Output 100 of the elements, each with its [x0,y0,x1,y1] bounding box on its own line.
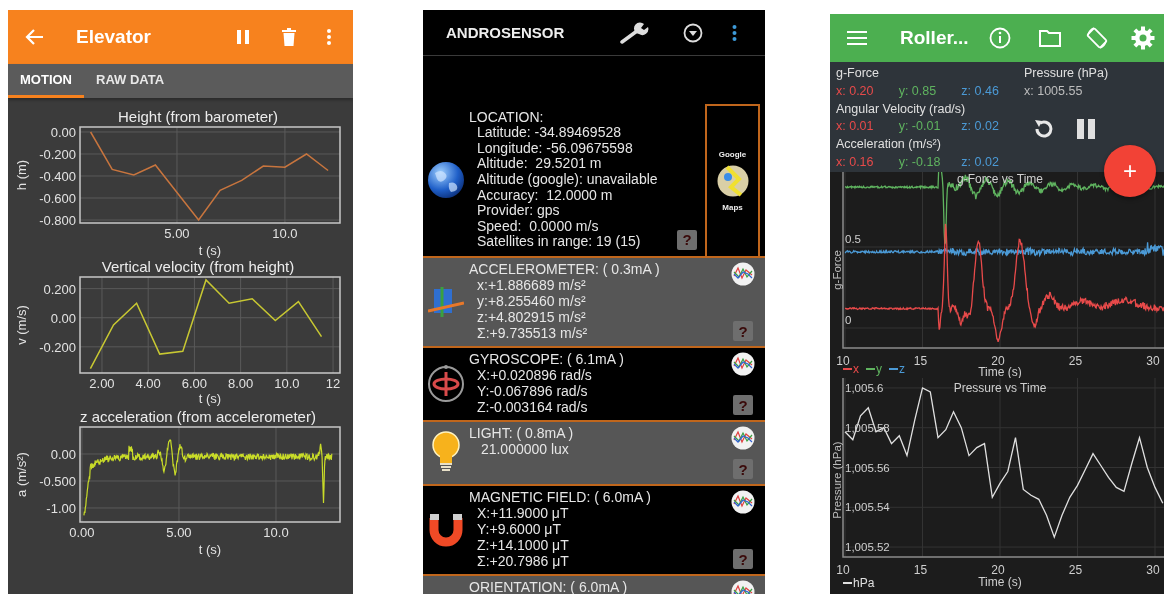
sensor-reading: X:+11.9000 μT [476,505,570,521]
help-button[interactable]: ? [733,549,753,569]
tick-label: 0.00 [50,447,76,462]
sensor-reading: y:+8.255460 m/s² [476,293,587,309]
maps-button[interactable]: Google Maps [705,104,760,256]
tick-label: -0.400 [39,169,76,184]
sensor-reading: X:+0.020896 rad/s [476,367,593,383]
graph-icon[interactable] [731,352,755,376]
tick-label: 25 [1068,563,1083,577]
axis-label: t (s) [198,391,222,406]
location-reading: Provider: gps [476,203,561,219]
tick-label: -1.00 [46,500,76,516]
readout-value: z: 0.46 [961,82,1000,100]
legend-label: y [876,362,882,376]
dropdown-icon[interactable] [683,22,703,43]
globe-icon [427,161,465,199]
tick-label: 0.00 [69,525,95,540]
sensor-reading: x:+1.886689 m/s² [476,277,587,293]
tick-label: 25 [1068,354,1083,368]
wrench-icon[interactable] [620,21,650,44]
light-bulb-icon [431,431,461,473]
readout-value: x: 0.20 [836,82,875,100]
tick-label: 10 [836,354,850,368]
tick-label: 20 [991,563,1005,577]
tick-label: 15 [913,563,928,577]
tick-label: 5.00 [164,226,190,241]
help-button[interactable]: ? [733,459,753,479]
help-button[interactable]: ? [733,395,753,415]
location-reading: Longitude: -56.09675598 [476,140,634,157]
sensor-title: LIGHT: ( 0.8mA ) [469,425,575,441]
app-title: ANDROSENSOR [446,24,566,41]
menu-icon[interactable] [847,30,867,46]
help-button[interactable]: ? [733,321,753,341]
tick-label: -0.200 [39,146,76,162]
tick-label: 0.00 [50,124,76,140]
axis-label: t (s) [198,243,222,258]
readout-value: x: 0.01 [836,118,875,136]
tick-label: 20 [991,354,1005,368]
sensor-reading: Z:+14.1000 μT [476,537,570,553]
readout-label: Pressure (hPa) [1024,65,1109,82]
tab[interactable]: MOTION [8,64,84,98]
readout-value: y: 0.85 [898,82,938,100]
axis-label: Pressure (hPa) [831,441,843,519]
graph-icon[interactable] [731,490,755,514]
folder-icon[interactable] [1039,29,1061,47]
readout-label: Angular Velocity (rad/s) [836,100,967,118]
tab[interactable]: RAW DATA [84,64,177,98]
info-icon[interactable] [989,27,1011,49]
tick-label: 2.00 [89,376,115,391]
trash-icon[interactable] [282,28,296,46]
axis-label: a (m/s²) [14,452,29,497]
help-button[interactable]: ? [677,230,697,250]
screen-rotation-icon[interactable] [1085,26,1109,50]
tick-label: 1,005.52 [845,541,890,554]
legend-label: hPa [853,576,875,590]
tick-label: 0.5 [845,233,861,245]
location-reading: Latitude: -34.89469528 [476,125,622,141]
settings-icon[interactable] [1131,26,1155,50]
axis-label: Time (s) [978,575,1022,589]
sensor-reading: Σ:+9.735513 m/s² [476,325,589,341]
tick-label: 10 [836,563,850,577]
back-arrow-icon[interactable] [25,29,43,45]
tick-label: 0.200 [43,281,76,297]
legend-label: x [853,362,859,376]
screen-title: Roller... [900,27,970,49]
tick-label: 30 [1146,354,1160,368]
readout-label: g-Force [836,65,881,82]
accelerometer-icon [428,285,464,317]
sensor-title: MAGNETIC FIELD: ( 6.0mA ) [469,489,653,505]
sensor-title: ORIENTATION: ( 6.0mA ) [469,579,629,594]
tick-label: 30 [1146,563,1160,577]
more-icon[interactable] [732,23,737,42]
axis-label: t (s) [198,542,222,557]
sensor-reading: Z:-0.003164 rad/s [476,399,589,415]
tick-label: -0.800 [39,213,76,229]
location-reading: Speed: 0.0000 m/s [476,218,600,235]
tick-label: 8.00 [227,376,254,391]
sensor-reading: Σ:+20.7986 μT [476,553,570,569]
chart-title: Pressure vs Time [953,381,1047,395]
section-heading: LOCATION: [469,109,545,126]
tick-label: -0.600 [39,191,76,206]
pause-icon[interactable] [1076,117,1096,140]
graph-icon[interactable] [731,426,755,450]
legend-label: z [899,362,905,376]
gyroscope-icon [427,363,465,403]
sensor-reading: 21.000000 lux [479,441,570,457]
sensor-reading: Y:-0.067896 rad/s [476,383,589,399]
tick-label: 12 [325,376,341,391]
graph-icon[interactable] [731,262,755,286]
chart-title: z acceleration (from accelerometer) [80,408,316,425]
tick-label: 15 [913,354,928,368]
location-reading: Altitude (google): unavailable [476,172,658,188]
tick-label: 1,005.54 [845,501,890,514]
axis-label: Time (s) [978,365,1022,378]
tick-label: -0.200 [39,339,76,355]
chart-title: Vertical velocity (from height) [101,258,295,275]
tick-label: 6.00 [181,376,208,391]
tick-label: 0 [845,314,852,326]
location-reading: Satellites in range: 19 (15) [476,234,642,250]
axis-label: v (m/s) [14,305,29,345]
